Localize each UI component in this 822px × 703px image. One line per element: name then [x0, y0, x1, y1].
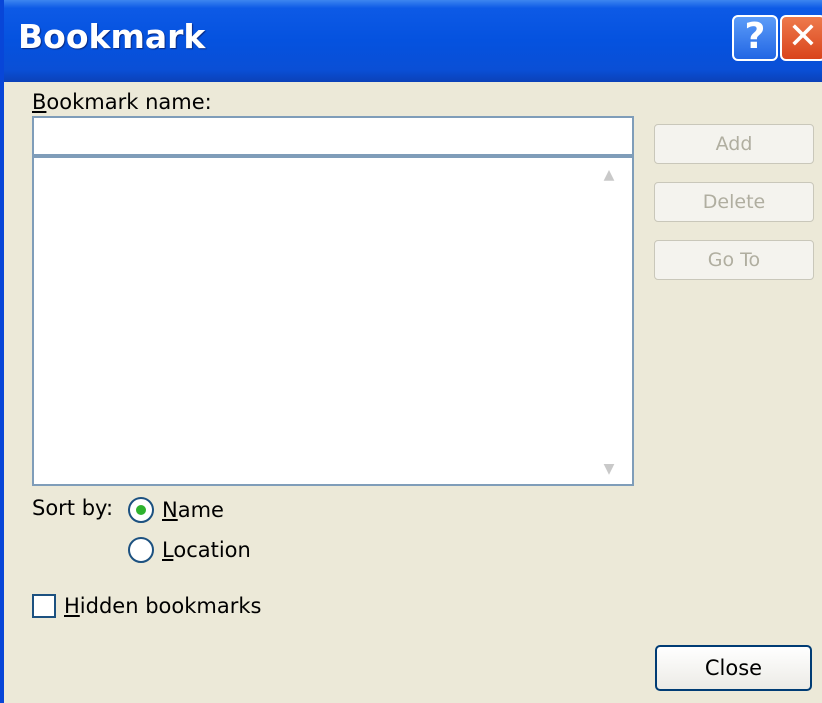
go-to-button[interactable]: Go To — [654, 240, 814, 280]
sort-location-radio[interactable] — [128, 537, 154, 563]
hidden-bookmarks-accel: H — [64, 594, 80, 618]
hidden-bookmarks-label-text: idden bookmarks — [79, 594, 262, 618]
title-bar[interactable]: Bookmark ? ✕ — [4, 0, 822, 82]
bookmark-list[interactable]: ▲ ▼ — [32, 156, 634, 486]
sort-location-label[interactable]: Location — [162, 538, 251, 562]
sort-name-label[interactable]: Name — [162, 498, 224, 522]
close-button[interactable]: Close — [655, 645, 812, 691]
close-icon[interactable]: ✕ — [780, 15, 822, 61]
bookmark-name-input[interactable] — [32, 116, 634, 156]
sort-name-label-text: ame — [177, 498, 224, 522]
bookmark-name-label-text: ookmark name: — [46, 90, 212, 114]
window-title: Bookmark — [18, 17, 206, 56]
add-button[interactable]: Add — [654, 124, 814, 164]
bookmark-name-accel: B — [32, 90, 47, 114]
sort-name-radio[interactable] — [128, 497, 154, 523]
hidden-bookmarks-checkbox[interactable] — [32, 594, 56, 618]
sort-location-accel: L — [162, 538, 174, 562]
sort-location-label-text: ocation — [173, 538, 251, 562]
hidden-bookmarks-label[interactable]: Hidden bookmarks — [64, 594, 261, 618]
scroll-up-arrow-icon[interactable]: ▲ — [600, 166, 618, 184]
bookmark-dialog: Bookmark ? ✕ Bookmark name: ▲ ▼ Add Dele… — [0, 0, 822, 703]
bookmark-name-label: Bookmark name: — [32, 90, 212, 114]
help-icon[interactable]: ? — [732, 15, 778, 61]
sort-name-accel: N — [162, 498, 178, 522]
delete-button[interactable]: Delete — [654, 182, 814, 222]
sort-by-label: Sort by: — [32, 496, 114, 520]
scroll-down-arrow-icon[interactable]: ▼ — [600, 460, 618, 478]
